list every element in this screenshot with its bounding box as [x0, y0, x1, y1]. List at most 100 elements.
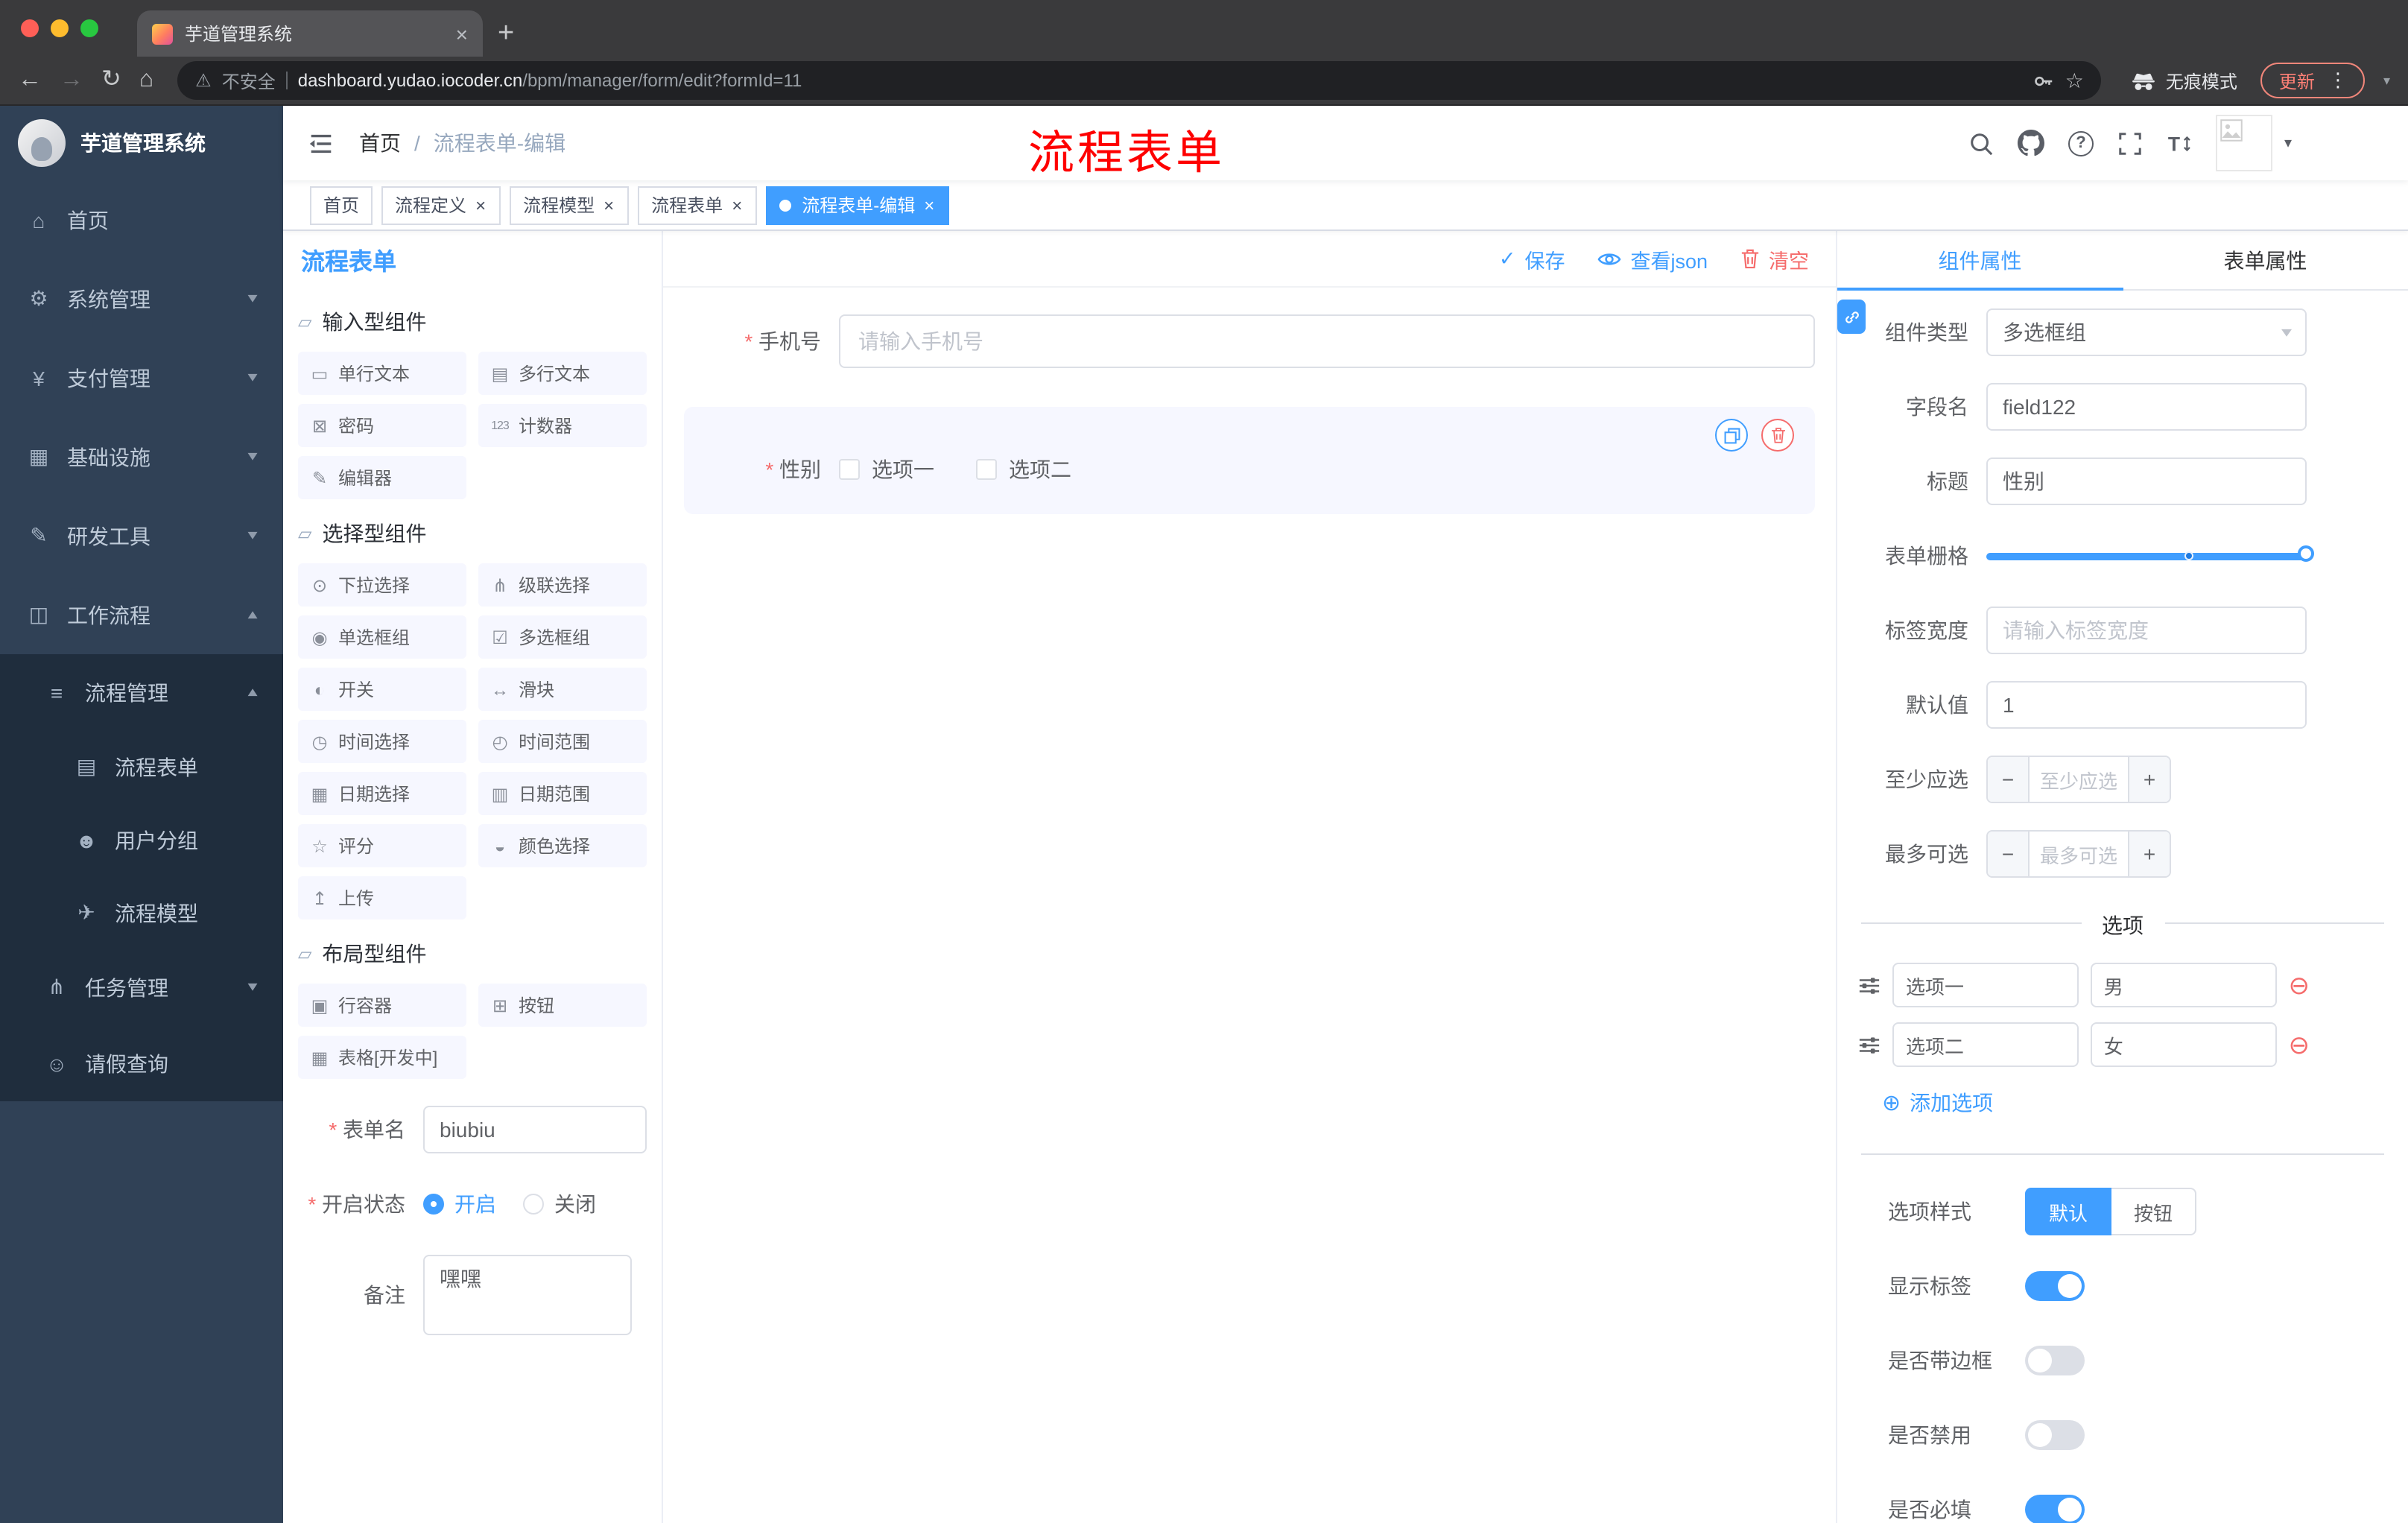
toggle-disabled[interactable] [2025, 1420, 2085, 1450]
decrease-button[interactable]: − [1988, 757, 2030, 802]
increase-button[interactable]: + [2128, 832, 2170, 876]
palette-item-radio[interactable]: ◉ 单选框组 [298, 615, 466, 659]
browser-menu-icon[interactable]: ⋮ [2328, 69, 2348, 92]
tab-form-props[interactable]: 表单属性 [2123, 231, 2408, 289]
drag-handle-icon[interactable] [1858, 974, 1881, 996]
sidebar-item-process-model[interactable]: ✈ 流程模型 [0, 876, 283, 949]
palette-item-upload[interactable]: ↥ 上传 [298, 876, 466, 919]
hamburger-icon[interactable] [307, 129, 335, 157]
bookmark-star-icon[interactable]: ☆ [2065, 68, 2084, 93]
palette-item-editor[interactable]: ✎ 编辑器 [298, 456, 466, 499]
toggle-required[interactable] [2025, 1495, 2085, 1523]
sidebar-item-infra[interactable]: ▦ 基础设施 ▾ [0, 417, 283, 496]
slider-handle[interactable] [2298, 545, 2314, 562]
option-label-input[interactable] [1892, 963, 2079, 1007]
save-button[interactable]: ✓ 保存 [1499, 244, 1565, 273]
window-zoom-button[interactable] [80, 19, 98, 37]
tag-close-icon[interactable]: × [730, 194, 744, 215]
palette-item-time-range[interactable]: ◴ 时间范围 [478, 720, 647, 763]
checkbox-box[interactable] [976, 459, 997, 480]
toggle-border[interactable] [2025, 1346, 2085, 1375]
palette-item-select[interactable]: ⊙ 下拉选择 [298, 563, 466, 607]
palette-item-slider[interactable]: ↔ 滑块 [478, 668, 647, 711]
palette-item-password[interactable]: ⊠ 密码 [298, 404, 466, 447]
gender-option-1[interactable]: 选项一 [839, 455, 934, 484]
new-tab-button[interactable]: + [483, 10, 529, 57]
breadcrumb-home[interactable]: 首页 [359, 128, 401, 158]
sidebar-item-task-mgmt[interactable]: ⋔ 任务管理 ▾ [0, 949, 283, 1025]
help-icon[interactable] [2068, 130, 2094, 156]
sidebar-item-process-mgmt[interactable]: ≡ 流程管理 ▾ [0, 654, 283, 730]
option-style-choice[interactable]: 按钮 [2111, 1188, 2197, 1235]
palette-item-number[interactable]: 123 计数器 [478, 404, 647, 447]
password-key-icon[interactable] [2032, 69, 2055, 92]
toggle-show-label[interactable] [2025, 1271, 2085, 1301]
tag-process-model[interactable]: 流程模型 × [510, 186, 630, 224]
delete-widget-button[interactable] [1761, 419, 1794, 452]
palette-item-switch[interactable]: ◐ 开关 [298, 668, 466, 711]
sidebar-logo[interactable]: 芋道管理系统 [0, 106, 283, 180]
phone-field-input[interactable] [839, 314, 1815, 368]
palette-item-row[interactable]: ▣ 行容器 [298, 984, 466, 1027]
update-chip[interactable]: 更新 ⋮ [2260, 63, 2366, 98]
prop-field-name-input[interactable] [1986, 383, 2307, 431]
reload-button[interactable]: ↻ [101, 68, 121, 92]
remove-option-icon[interactable]: ⊖ [2289, 1032, 2310, 1057]
palette-item-date-range[interactable]: ▥ 日期范围 [478, 772, 647, 815]
prop-max-select-stepper[interactable]: − 最多可选 + [1986, 830, 2171, 878]
sidebar-item-system[interactable]: ⚙ 系统管理 ▾ [0, 259, 283, 338]
gender-option-2[interactable]: 选项二 [976, 455, 1071, 484]
sidebar-item-payment[interactable]: ¥ 支付管理 ▾ [0, 338, 283, 417]
palette-item-rate[interactable]: ☆ 评分 [298, 824, 466, 867]
drag-handle-icon[interactable] [1858, 1033, 1881, 1056]
status-radio-on[interactable]: 开启 [423, 1189, 496, 1219]
sidebar-item-workflow[interactable]: ◫ 工作流程 ▾ [0, 575, 283, 654]
option-style-choice[interactable]: 默认 [2025, 1188, 2112, 1235]
increase-button[interactable]: + [2128, 757, 2170, 802]
palette-item-textarea[interactable]: ▤ 多行文本 [478, 352, 647, 395]
user-avatar[interactable] [2215, 115, 2272, 171]
sidebar-item-home[interactable]: ⌂ 首页 [0, 180, 283, 259]
palette-item-date[interactable]: ▦ 日期选择 [298, 772, 466, 815]
toolbar-caret-icon[interactable]: ▾ [2383, 72, 2390, 89]
status-radio-off[interactable]: 关闭 [523, 1189, 596, 1219]
tag-process-definition[interactable]: 流程定义 × [381, 186, 501, 224]
fullscreen-icon[interactable] [2117, 130, 2143, 156]
palette-item-color[interactable]: ◒ 颜色选择 [478, 824, 647, 867]
github-icon[interactable] [2017, 130, 2044, 156]
decrease-button[interactable]: − [1988, 832, 2030, 876]
back-button[interactable]: ← [18, 68, 42, 92]
search-icon[interactable] [1968, 130, 1994, 156]
tag-close-icon[interactable]: × [922, 194, 936, 215]
tab-close-icon[interactable]: × [456, 23, 468, 44]
browser-tab[interactable]: 芋道管理系统 × [137, 10, 483, 57]
sidebar-item-process-form[interactable]: ▤ 流程表单 [0, 730, 283, 803]
address-bar[interactable]: ⚠ 不安全 dashboard.yudao.iocoder.cn/bpm/man… [177, 61, 2102, 100]
window-close-button[interactable] [21, 19, 39, 37]
palette-item-table[interactable]: ▦ 表格[开发中] [298, 1036, 466, 1079]
selected-gender-widget[interactable]: 性别 选项一 选项二 [684, 407, 1815, 514]
browser-home-button[interactable]: ⌂ [139, 68, 153, 92]
sidebar-item-leave-query[interactable]: ☺ 请假查询 [0, 1025, 283, 1101]
add-option-button[interactable]: ⊕ 添加选项 [1882, 1088, 2408, 1118]
palette-item-checkbox[interactable]: ☑ 多选框组 [478, 615, 647, 659]
option-value-input[interactable] [2090, 963, 2277, 1007]
prop-min-select-stepper[interactable]: − 至少应选 + [1986, 756, 2171, 803]
tag-home[interactable]: 首页 [310, 186, 373, 224]
tag-process-form-edit[interactable]: 流程表单-编辑 × [766, 186, 950, 224]
prop-default-value-input[interactable] [1986, 681, 2307, 729]
security-warning-icon[interactable]: ⚠ [195, 70, 212, 91]
prop-form-grid-slider[interactable] [1986, 532, 2314, 580]
tag-close-icon[interactable]: × [602, 194, 615, 215]
form-remark-textarea[interactable]: 嘿嘿 [423, 1255, 632, 1335]
option-value-input[interactable] [2090, 1022, 2277, 1067]
phone-field-row[interactable]: 手机号 [684, 314, 1815, 368]
sidebar-item-devtools[interactable]: ✎ 研发工具 ▾ [0, 496, 283, 575]
palette-item-time[interactable]: ◷ 时间选择 [298, 720, 466, 763]
option-label-input[interactable] [1892, 1022, 2079, 1067]
checkbox-box[interactable] [839, 459, 860, 480]
remove-option-icon[interactable]: ⊖ [2289, 972, 2310, 998]
clear-button[interactable]: 清空 [1740, 244, 1809, 273]
link-button[interactable] [1837, 300, 1866, 334]
palette-item-cascader[interactable]: ⋔ 级联选择 [478, 563, 647, 607]
